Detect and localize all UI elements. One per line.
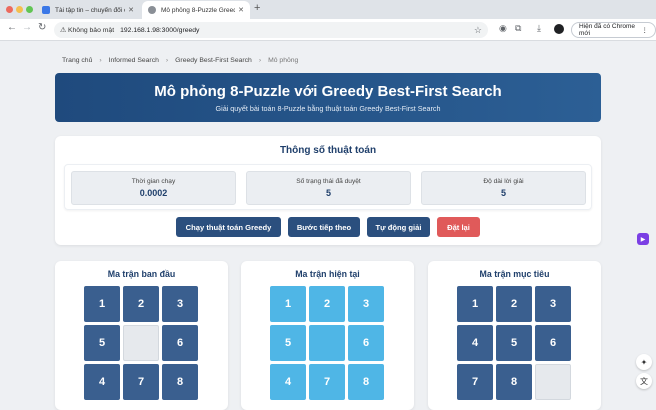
puzzle-tile: 8: [348, 364, 384, 400]
security-label: Không bảo mật: [67, 27, 115, 34]
puzzle-tile: 5: [496, 325, 532, 361]
puzzle-tile: 4: [270, 364, 306, 400]
not-secure-indicator[interactable]: ⚠ Không bảo mật: [60, 26, 114, 34]
stat-visited-states: Số trạng thái đã duyệt 5: [246, 171, 411, 205]
puzzle-tile: 2: [123, 286, 159, 322]
puzzle-tile: 2: [496, 286, 532, 322]
puzzle-tile: 7: [123, 364, 159, 400]
extension-gpt-icon[interactable]: ◉: [499, 23, 507, 34]
puzzle-tile: 6: [535, 325, 571, 361]
puzzle-tile: 6: [162, 325, 198, 361]
breadcrumb-home[interactable]: Trang chủ: [62, 57, 92, 64]
browser-tab-strip: Tài tập tin – chuyển đổi của n ✕ Mô phỏn…: [0, 0, 656, 19]
stat-label: Độ dài lời giải: [483, 178, 524, 185]
chevron-right-icon: ›: [165, 57, 169, 64]
stat-solution-length: Độ dài lời giải 5: [421, 171, 586, 205]
puzzle-blank-tile: [535, 364, 571, 400]
chrome-update-button[interactable]: Hiện đã có Chrome mới ⋮: [571, 22, 656, 38]
stat-value: 0.0002: [139, 188, 168, 198]
matrix-title: Ma trận ban đầu: [107, 269, 176, 279]
breadcrumb-current: Mô phỏng: [268, 57, 299, 64]
page-title: Mô phỏng 8-Puzzle với Greedy Best-First …: [154, 83, 502, 100]
auto-solve-button[interactable]: Tự động giải: [367, 217, 430, 237]
puzzle-tile: 8: [162, 364, 198, 400]
puzzle-blank-tile: [123, 325, 159, 361]
goal-matrix-card: Ma trận mục tiêu 123 456 78: [428, 261, 601, 410]
translate-icon[interactable]: 文: [636, 373, 652, 389]
puzzle-tile: 8: [496, 364, 532, 400]
breadcrumb: Trang chủ › Informed Search › Greedy Bes…: [62, 57, 298, 64]
close-icon[interactable]: ✕: [128, 6, 134, 14]
address-bar[interactable]: ⚠ Không bảo mật 192.168.1.98:3000/greedy…: [54, 22, 488, 38]
stat-label: Thời gian chạy: [131, 178, 176, 185]
stats-panel: Thời gian chạy 0.0002 Số trạng thái đã d…: [64, 164, 592, 210]
side-panel-play-icon[interactable]: ▶: [637, 233, 649, 245]
goal-matrix-grid: 123 456 78: [457, 286, 572, 401]
puzzle-tile: 4: [84, 364, 120, 400]
tab-title: Mô phỏng 8-Puzzle Greedy B: [161, 6, 235, 14]
puzzle-blank-tile: [309, 325, 345, 361]
matrix-title: Ma trận hiện tại: [295, 269, 360, 279]
maximize-window-button[interactable]: [26, 6, 33, 13]
puzzle-tile: 3: [535, 286, 571, 322]
stat-runtime: Thời gian chạy 0.0002: [71, 171, 236, 205]
puzzle-tile: 3: [162, 286, 198, 322]
reset-button[interactable]: Đặt lại: [437, 217, 480, 237]
puzzle-tile: 2: [309, 286, 345, 322]
puzzle-tile: 1: [84, 286, 120, 322]
download-icon[interactable]: ⤓: [537, 23, 541, 34]
chevron-right-icon: ›: [99, 57, 102, 64]
extensions-puzzle-icon[interactable]: ⧉: [515, 23, 521, 34]
breadcrumb-greedy[interactable]: Greedy Best-First Search: [175, 57, 252, 64]
page-subtitle: Giải quyết bài toán 8-Puzzle bằng thuật …: [215, 104, 441, 113]
stat-label: Số trạng thái đã duyệt: [296, 178, 361, 185]
puzzle-tile: 7: [309, 364, 345, 400]
profile-avatar[interactable]: [554, 24, 564, 34]
globe-icon: [148, 6, 156, 14]
stat-value: 5: [500, 188, 506, 198]
puzzle-tile: 5: [270, 325, 306, 361]
bookmark-star-icon[interactable]: ☆: [474, 25, 482, 36]
browser-toolbar: ← → ↻ ⚠ Không bảo mật 192.168.1.98:3000/…: [0, 19, 656, 41]
hero-banner: Mô phỏng 8-Puzzle với Greedy Best-First …: [55, 73, 601, 122]
chevron-right-icon: ›: [258, 57, 262, 64]
puzzle-tile: 7: [457, 364, 493, 400]
update-label: Hiện đã có Chrome mới: [579, 23, 635, 37]
puzzle-tile: 6: [348, 325, 384, 361]
matrix-title: Ma trận mục tiêu: [479, 269, 550, 279]
reload-icon[interactable]: ↻: [38, 22, 46, 33]
breadcrumb-informed-search[interactable]: Informed Search: [109, 57, 159, 64]
current-matrix-card: Ma trận hiện tại 123 5 6 478: [241, 261, 414, 410]
forward-arrow-icon[interactable]: →: [22, 22, 32, 33]
puzzle-tile: 5: [84, 325, 120, 361]
puzzle-tile: 1: [457, 286, 493, 322]
close-window-button[interactable]: [6, 6, 13, 13]
puzzle-tile: 4: [457, 325, 493, 361]
new-tab-button[interactable]: +: [254, 2, 260, 14]
initial-matrix-card: Ma trận ban đầu 123 5 6 478: [55, 261, 228, 410]
minimize-window-button[interactable]: [16, 6, 23, 13]
close-icon[interactable]: ✕: [238, 6, 244, 14]
run-greedy-button[interactable]: Chạy thuật toán Greedy: [176, 217, 281, 237]
next-step-button[interactable]: Bước tiếp theo: [288, 217, 360, 237]
back-arrow-icon[interactable]: ←: [7, 22, 17, 33]
url-text: 192.168.1.98:3000/greedy: [120, 26, 200, 34]
tab-title: Tài tập tin – chuyển đổi của n: [55, 6, 125, 14]
document-icon: [42, 6, 50, 14]
browser-tab-1[interactable]: Tài tập tin – chuyển đổi của n ✕: [36, 1, 140, 19]
browser-tab-2[interactable]: Mô phỏng 8-Puzzle Greedy B ✕: [142, 1, 250, 19]
sparkle-icon[interactable]: ✦: [636, 354, 652, 370]
puzzle-tile: 3: [348, 286, 384, 322]
puzzle-tile: 1: [270, 286, 306, 322]
stat-value: 5: [325, 188, 331, 198]
stats-title: Thông số thuật toán: [279, 145, 377, 156]
initial-matrix-grid: 123 5 6 478: [84, 286, 199, 401]
current-matrix-grid: 123 5 6 478: [270, 286, 385, 401]
